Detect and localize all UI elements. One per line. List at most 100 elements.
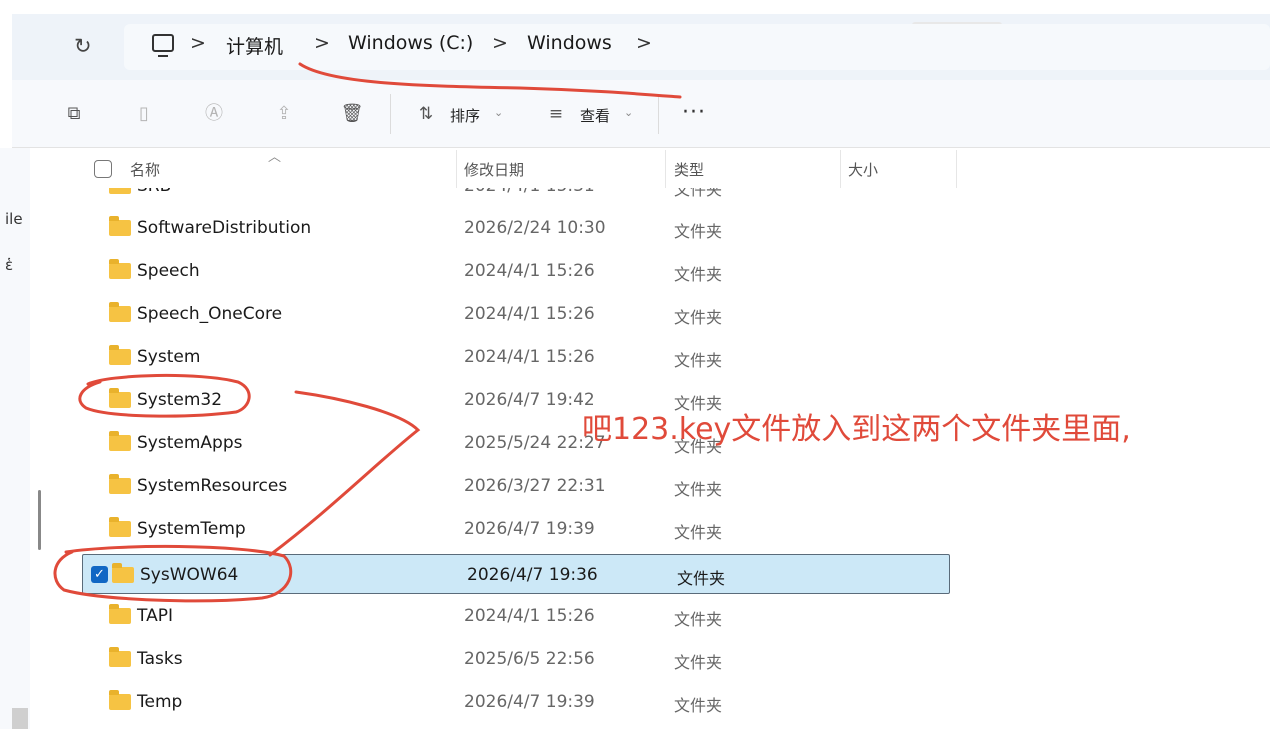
- file-name: Speech_OneCore: [137, 304, 283, 324]
- folder-icon: [109, 647, 131, 667]
- nav-item-fragment[interactable]: ile: [5, 210, 23, 228]
- chevron-down-icon[interactable]: ⌄: [494, 106, 503, 119]
- share-icon[interactable]: ⇪: [272, 102, 296, 126]
- folder-icon: [109, 517, 131, 537]
- file-modified: 2026/4/7 19:36: [467, 565, 598, 585]
- copy-icon[interactable]: ⧉: [62, 102, 86, 126]
- file-type: 文件夹: [674, 222, 723, 241]
- file-name: TAPI: [137, 606, 173, 626]
- breadcrumb-item-drive-c[interactable]: Windows (C:): [348, 32, 473, 54]
- table-row[interactable]: System 2024/4/1 15:26 文件夹: [80, 337, 950, 377]
- file-name: SystemApps: [137, 433, 243, 453]
- address-bar: ↻ > 计算机 > Windows (C:) > Windows >: [12, 14, 1270, 80]
- chevron-right-icon[interactable]: >: [190, 32, 206, 54]
- command-bar: ⧉ ▯ Ⓐ ⇪ 🗑 ⇅ 排序 ⌄ ≡ 查看 ⌄ ···: [12, 80, 1270, 148]
- file-modified: 2025/6/5 22:56: [464, 649, 595, 669]
- file-name: Temp: [137, 692, 183, 712]
- chevron-down-icon[interactable]: ⌄: [624, 106, 633, 119]
- file-type: 文件夹: [674, 188, 723, 199]
- table-row[interactable]: Speech 2024/4/1 15:26 文件夹: [80, 251, 950, 291]
- toolbar-divider: [658, 94, 659, 134]
- table-row[interactable]: SystemResources 2026/3/27 22:31 文件夹: [80, 466, 950, 506]
- table-row[interactable]: SoftwareDistribution 2026/2/24 10:30 文件夹: [80, 208, 950, 248]
- sort-ascending-icon: ︿: [268, 150, 282, 165]
- column-type[interactable]: 类型: [674, 159, 704, 180]
- refresh-icon[interactable]: ↻: [74, 34, 92, 58]
- file-type: 文件夹: [674, 480, 723, 499]
- file-name: Speech: [137, 261, 200, 281]
- column-name[interactable]: 名称: [130, 159, 160, 180]
- folder-icon: [109, 345, 131, 365]
- computer-icon[interactable]: [152, 34, 174, 57]
- toolbar-divider: [390, 94, 391, 134]
- delete-icon[interactable]: 🗑: [340, 102, 364, 126]
- file-modified: 2024/4/1 15:26: [464, 261, 595, 281]
- table-row[interactable]: SRB 2024/4/1 15:31 文件夹: [80, 188, 950, 206]
- annotation-text: 吧123.key文件放入到这两个文件夹里面,: [582, 412, 1131, 447]
- file-name: SysWOW64: [140, 565, 239, 585]
- column-divider[interactable]: [956, 150, 957, 188]
- column-modified[interactable]: 修改日期: [464, 159, 524, 180]
- folder-icon: [109, 388, 131, 408]
- file-name: SystemResources: [137, 476, 288, 496]
- chevron-right-icon[interactable]: >: [492, 32, 508, 54]
- file-name: System: [137, 347, 201, 367]
- file-list: SRB 2024/4/1 15:31 文件夹 SoftwareDistribut…: [80, 188, 960, 729]
- file-type: 文件夹: [677, 569, 726, 588]
- select-all-checkbox[interactable]: [94, 160, 112, 178]
- chevron-right-icon[interactable]: >: [636, 32, 652, 54]
- folder-icon: [109, 690, 131, 710]
- table-row[interactable]: Tasks 2025/6/5 22:56 文件夹: [80, 639, 950, 679]
- file-type: 文件夹: [674, 308, 723, 327]
- folder-icon: [109, 474, 131, 494]
- table-row[interactable]: TAPI 2024/4/1 15:26 文件夹: [80, 596, 950, 636]
- table-row[interactable]: SystemTemp 2026/4/7 19:39 文件夹: [80, 509, 950, 549]
- breadcrumb-item-windows[interactable]: Windows: [527, 32, 612, 54]
- file-modified: 2026/2/24 10:30: [464, 218, 606, 238]
- file-modified: 2024/4/1 15:26: [464, 304, 595, 324]
- chevron-right-icon[interactable]: >: [314, 32, 330, 54]
- navigation-pane: ile ἑ: [0, 148, 30, 729]
- file-type: 文件夹: [674, 523, 723, 542]
- row-checkbox-checked-icon[interactable]: ✓: [91, 566, 108, 583]
- folder-icon: [109, 216, 131, 236]
- column-size[interactable]: 大小: [848, 159, 878, 180]
- view-icon[interactable]: ≡: [544, 102, 568, 126]
- file-modified: 2026/4/7 19:42: [464, 390, 595, 410]
- paste-icon[interactable]: ▯: [132, 102, 156, 126]
- file-modified: 2024/4/1 15:26: [464, 606, 595, 626]
- file-type: 文件夹: [674, 610, 723, 629]
- table-row-selected[interactable]: ✓ SysWOW64 2026/4/7 19:36 文件夹: [82, 554, 950, 594]
- column-divider[interactable]: [840, 150, 841, 188]
- file-type: 文件夹: [674, 696, 723, 715]
- folder-icon: [109, 188, 131, 194]
- breadcrumb-item-computer[interactable]: 计算机: [226, 32, 283, 59]
- more-options-button[interactable]: ···: [682, 100, 706, 125]
- table-row[interactable]: Temp 2026/4/7 19:39 文件夹: [80, 682, 950, 722]
- sort-button[interactable]: 排序: [450, 105, 480, 126]
- file-modified: 2026/4/7 19:39: [464, 692, 595, 712]
- view-button[interactable]: 查看: [580, 105, 610, 126]
- sort-icon[interactable]: ⇅: [414, 102, 438, 126]
- table-row[interactable]: Speech_OneCore 2024/4/1 15:26 文件夹: [80, 294, 950, 334]
- scrollbar-corner: [12, 708, 28, 729]
- folder-icon: [109, 302, 131, 322]
- file-name: System32: [137, 390, 223, 410]
- column-divider[interactable]: [665, 150, 666, 188]
- file-type: 文件夹: [674, 265, 723, 284]
- file-name: SoftwareDistribution: [137, 218, 312, 238]
- folder-icon: [109, 604, 131, 624]
- folder-icon: [109, 431, 131, 451]
- file-name: Tasks: [137, 649, 183, 669]
- file-modified: 2026/3/27 22:31: [464, 476, 606, 496]
- file-name: SystemTemp: [137, 519, 246, 539]
- file-name: SRB: [137, 188, 171, 196]
- column-divider[interactable]: [456, 150, 457, 188]
- file-modified: 2026/4/7 19:39: [464, 519, 595, 539]
- file-type: 文件夹: [674, 653, 723, 672]
- nav-item-fragment[interactable]: ἑ: [5, 256, 13, 274]
- scrollbar-thumb[interactable]: [38, 490, 41, 550]
- rename-icon[interactable]: Ⓐ: [202, 102, 226, 126]
- breadcrumb[interactable]: [124, 24, 1270, 70]
- file-modified: 2024/4/1 15:26: [464, 347, 595, 367]
